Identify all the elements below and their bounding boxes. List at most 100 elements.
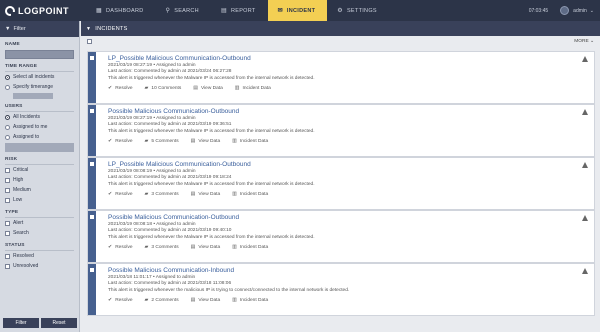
incident-description: This alert is triggered whenever the mal…: [108, 287, 350, 293]
checkbox[interactable]: [5, 263, 10, 269]
radio-selected[interactable]: [5, 114, 10, 120]
view-data-button[interactable]: ▤ View Data: [191, 297, 221, 303]
incident-description: This alert is triggered whenever the Mal…: [108, 75, 315, 81]
view-data-button[interactable]: ▤ View Data: [191, 244, 221, 250]
comments-button[interactable]: ▰ 10 Comments: [145, 85, 182, 91]
card-select-bar[interactable]: [88, 211, 96, 262]
resolve-button[interactable]: ✔ Resolve: [108, 244, 133, 250]
resolve-button[interactable]: ✔ Resolve: [108, 191, 133, 197]
chevron-down-icon[interactable]: ⌄: [590, 8, 594, 14]
status-resolved[interactable]: Resolved: [0, 251, 79, 261]
incident-card[interactable]: LP_Possible Malicious Communication-Outb…: [87, 51, 595, 104]
card-select-bar[interactable]: [88, 105, 96, 156]
resolve-icon: ✔: [108, 85, 113, 92]
incident-title[interactable]: Possible Malicious Communication-Outboun…: [108, 214, 574, 221]
warning-icon: [582, 215, 588, 221]
incident-card[interactable]: LP_Possible Malicious Communication-Outb…: [87, 157, 595, 210]
comment-icon: ▰: [144, 191, 149, 198]
checkbox[interactable]: [5, 187, 10, 193]
incident-data-button[interactable]: ▥ Incident Data: [232, 138, 268, 144]
comments-button[interactable]: ▰ 5 Comments: [145, 138, 179, 144]
view-data-button[interactable]: ▤ View Data: [193, 85, 223, 91]
radio-selected[interactable]: [5, 74, 10, 80]
checkbox[interactable]: [5, 197, 10, 203]
view-data-icon: ▤: [193, 85, 198, 92]
incident-data-button[interactable]: ▥ Incident Data: [232, 191, 268, 197]
time-option-all[interactable]: Select all incidents: [0, 72, 79, 82]
incident-data-icon: ▥: [232, 297, 237, 304]
nav-dashboard[interactable]: ▦ DASHBOARD: [86, 0, 156, 21]
card-checkbox[interactable]: [90, 215, 94, 219]
filter-header[interactable]: ▼ Filter: [0, 21, 79, 37]
warning-icon: [582, 162, 588, 168]
collapse-icon[interactable]: ▼: [86, 26, 91, 32]
checkbox[interactable]: [5, 253, 10, 259]
incident-card[interactable]: Possible Malicious Communication-Outboun…: [87, 104, 595, 157]
risk-high[interactable]: High: [0, 175, 79, 185]
clock-time: 07:03:45: [528, 7, 549, 14]
incident-card[interactable]: Possible Malicious Communication-Outboun…: [87, 210, 595, 263]
radio[interactable]: [5, 124, 10, 130]
incident-data-icon: ▥: [234, 85, 240, 92]
resolve-button[interactable]: ✔ Resolve: [108, 138, 133, 144]
incident-data-button[interactable]: ▥ Incident Data: [232, 297, 268, 303]
card-select-bar[interactable]: [88, 264, 96, 315]
users-option-assigned[interactable]: Assigned to: [0, 132, 79, 142]
checkbox[interactable]: [5, 177, 10, 183]
card-checkbox[interactable]: [90, 162, 94, 166]
incident-data-button[interactable]: ▥ Incident Data: [235, 85, 271, 91]
checkbox[interactable]: [5, 230, 10, 236]
nav-settings[interactable]: ⚙ SETTINGS: [327, 0, 389, 21]
select-all-checkbox[interactable]: [87, 39, 92, 44]
users-option-me[interactable]: Assigned to me: [0, 122, 79, 132]
status-unresolved[interactable]: Unresolved: [0, 261, 79, 271]
users-option-all[interactable]: All Incidents: [0, 112, 79, 122]
checkbox[interactable]: [5, 167, 10, 173]
logpoint-logo[interactable]: LOGPOINT: [0, 0, 86, 21]
nav-incident[interactable]: ✉ INCIDENT: [267, 0, 328, 21]
card-checkbox[interactable]: [90, 268, 94, 272]
page-title: INCIDENTS: [95, 25, 128, 32]
card-select-bar[interactable]: [88, 52, 96, 103]
incident-card[interactable]: Possible Malicious Communication-Inbound…: [87, 263, 595, 316]
user-avatar-icon[interactable]: [560, 6, 570, 15]
filter-button[interactable]: Filter: [3, 318, 39, 328]
risk-low[interactable]: Low: [0, 195, 79, 205]
radio[interactable]: [5, 134, 10, 140]
comments-button[interactable]: ▰ 3 Comments: [145, 191, 179, 197]
comment-icon: ▰: [144, 297, 149, 304]
card-checkbox[interactable]: [90, 109, 94, 113]
resolve-icon: ✔: [108, 138, 113, 145]
incident-title[interactable]: LP_Possible Malicious Communication-Outb…: [108, 161, 574, 168]
assigned-to-select[interactable]: [5, 143, 74, 152]
filter-sidebar: ▼ Filter NAME TIME RANGE Select all inci…: [0, 21, 80, 332]
type-search[interactable]: Search: [0, 228, 79, 238]
incident-data-button[interactable]: ▥ Incident Data: [232, 244, 268, 250]
resolve-button[interactable]: ✔ Resolve: [108, 297, 133, 303]
list-toolbar: MORE ⌄: [81, 36, 600, 47]
comments-button[interactable]: ▰ 2 Comments: [145, 297, 179, 303]
card-select-bar[interactable]: [88, 158, 96, 209]
nav-search[interactable]: ⚲ SEARCH: [156, 0, 211, 21]
name-input[interactable]: [5, 50, 74, 59]
incident-title[interactable]: Possible Malicious Communication-Outboun…: [108, 108, 574, 115]
more-dropdown[interactable]: MORE ⌄: [574, 39, 594, 44]
user-menu[interactable]: admin: [573, 8, 587, 14]
time-option-range[interactable]: Specify timerange: [0, 82, 79, 92]
resolve-button[interactable]: ✔ Resolve: [108, 85, 133, 91]
nav-report[interactable]: ▤ REPORT: [211, 0, 268, 21]
incident-title[interactable]: Possible Malicious Communication-Inbound: [108, 267, 574, 274]
card-checkbox[interactable]: [90, 56, 94, 60]
type-alert[interactable]: Alert: [0, 218, 79, 228]
risk-medium[interactable]: Medium: [0, 185, 79, 195]
view-data-button[interactable]: ▤ View Data: [191, 191, 221, 197]
risk-critical[interactable]: Critical: [0, 165, 79, 175]
timerange-input[interactable]: [13, 93, 53, 99]
incidents-header: ▼ INCIDENTS: [81, 21, 600, 36]
incident-title[interactable]: LP_Possible Malicious Communication-Outb…: [108, 55, 574, 62]
radio[interactable]: [5, 84, 10, 90]
reset-button[interactable]: Reset: [41, 318, 77, 328]
checkbox[interactable]: [5, 220, 10, 226]
view-data-button[interactable]: ▤ View Data: [191, 138, 221, 144]
comments-button[interactable]: ▰ 3 Comments: [145, 244, 179, 250]
